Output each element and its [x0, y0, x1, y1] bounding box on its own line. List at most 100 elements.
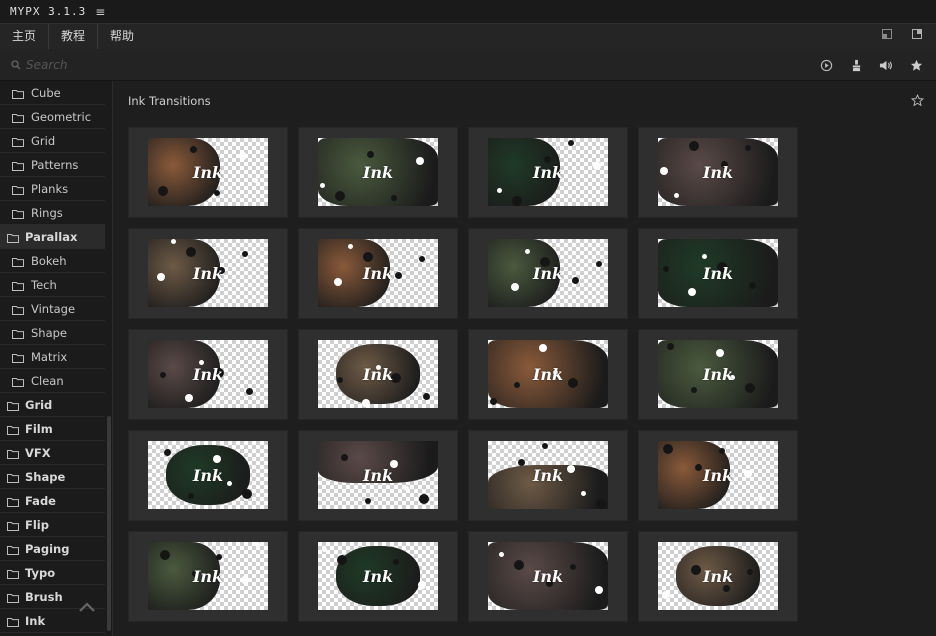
- favorite-star-icon[interactable]: [910, 93, 925, 107]
- brush-icon[interactable]: [848, 57, 864, 73]
- transition-thumbnail: Ink: [658, 138, 778, 206]
- title-bar: MYPX 3.1.3 ≡: [0, 0, 936, 23]
- ink-transition-card[interactable]: Ink: [638, 531, 798, 622]
- nav-tutorials[interactable]: 教程: [49, 24, 99, 49]
- ink-transition-card[interactable]: Ink: [298, 228, 458, 319]
- category-sidebar: Cube Geometric Grid Patterns Planks Rings Para…: [0, 81, 113, 636]
- search-input[interactable]: [24, 56, 228, 73]
- sidebar-item-rings[interactable]: Rings: [0, 201, 105, 225]
- thumbnail-title: Ink: [362, 364, 394, 384]
- sidebar-item-label: Patterns: [31, 157, 79, 172]
- scroll-up-arrow-icon[interactable]: [78, 601, 96, 613]
- transition-thumbnail: Ink: [488, 138, 608, 206]
- ink-transition-card[interactable]: Ink: [468, 228, 628, 319]
- ink-transition-card[interactable]: Ink: [468, 127, 628, 218]
- ink-transition-card[interactable]: Ink: [298, 329, 458, 420]
- search-icon: [10, 59, 22, 71]
- sidebar-item-film[interactable]: Film: [0, 417, 105, 441]
- thumbnail-title: Ink: [532, 263, 564, 283]
- ink-transition-card[interactable]: Ink: [128, 228, 288, 319]
- sidebar-item-geometric[interactable]: Geometric: [0, 105, 105, 129]
- folder-icon: [7, 592, 19, 603]
- folder-icon: [7, 232, 19, 243]
- sidebar-item-label: Grid: [31, 133, 56, 148]
- transition-thumbnail: Ink: [318, 340, 438, 408]
- thumbnail-title: Ink: [702, 566, 734, 586]
- ink-transition-card[interactable]: Ink: [128, 531, 288, 622]
- sidebar-item-label: Film: [25, 421, 53, 436]
- thumbnail-title: Ink: [192, 364, 224, 384]
- app-title: MYPX 3.1.3: [10, 5, 87, 18]
- ink-transition-card[interactable]: Ink: [638, 329, 798, 420]
- ink-transition-card[interactable]: Ink: [128, 430, 288, 521]
- ink-transition-card[interactable]: Ink: [298, 430, 458, 521]
- folder-icon: [7, 400, 19, 411]
- sidebar-item-fade[interactable]: Fade: [0, 489, 105, 513]
- restore-window-icon[interactable]: [880, 27, 894, 41]
- folder-icon: [12, 136, 24, 147]
- sidebar-item-cube[interactable]: Cube: [0, 81, 105, 105]
- sidebar-item-label: Shape: [25, 469, 66, 484]
- sidebar-item-paging[interactable]: Paging: [0, 537, 105, 561]
- popout-window-icon[interactable]: [910, 27, 924, 41]
- sidebar-item-bokeh[interactable]: Bokeh: [0, 249, 105, 273]
- ink-transition-card[interactable]: Ink: [638, 430, 798, 521]
- sidebar-item-label: Bokeh: [31, 253, 67, 268]
- transition-thumbnail: Ink: [658, 239, 778, 307]
- transition-thumbnail: Ink: [148, 441, 268, 509]
- sidebar-item-label: Vintage: [31, 301, 76, 316]
- sidebar-item-matrix[interactable]: Matrix: [0, 345, 105, 369]
- star-filled-icon[interactable]: [908, 57, 924, 73]
- sidebar-scrollbar-thumb[interactable]: [107, 416, 111, 631]
- sidebar-item-vfx[interactable]: VFX: [0, 441, 105, 465]
- sidebar-item-label: Matrix: [31, 349, 68, 364]
- sidebar-item-patterns[interactable]: Patterns: [0, 153, 105, 177]
- sidebar-item-flip[interactable]: Flip: [0, 513, 105, 537]
- transition-thumbnail: Ink: [318, 138, 438, 206]
- thumbnail-title: Ink: [362, 566, 394, 586]
- sidebar-item-vintage[interactable]: Vintage: [0, 297, 105, 321]
- thumbnail-title: Ink: [532, 364, 564, 384]
- sidebar-item-typo[interactable]: Typo: [0, 561, 105, 585]
- ink-transition-card[interactable]: Ink: [638, 228, 798, 319]
- sidebar-item-label: Rings: [31, 205, 63, 220]
- sidebar-item-shape[interactable]: Shape: [0, 465, 105, 489]
- thumbnail-title: Ink: [702, 263, 734, 283]
- transition-thumbnail: Ink: [148, 542, 268, 610]
- hamburger-menu-icon[interactable]: ≡: [95, 5, 105, 19]
- transition-thumbnail: Ink: [488, 239, 608, 307]
- thumbnail-title: Ink: [192, 162, 224, 182]
- folder-icon: [7, 568, 19, 579]
- transition-thumbnail: Ink: [318, 239, 438, 307]
- section-title: Ink Transitions: [128, 94, 211, 108]
- folder-icon: [12, 184, 24, 195]
- sidebar-item-grid[interactable]: Grid: [0, 393, 105, 417]
- sidebar-item-label: Fade: [25, 493, 56, 508]
- ink-transition-card[interactable]: Ink: [468, 329, 628, 420]
- volume-icon[interactable]: [878, 57, 894, 73]
- thumbnail-grid: Ink Ink Ink Ink Ink Ink Ink Ink Ink Ink Ink Ink Ink I…: [128, 127, 798, 622]
- ink-transition-card[interactable]: Ink: [638, 127, 798, 218]
- sidebar-item-parallax[interactable]: Parallax: [0, 225, 105, 249]
- sidebar-item-label: Brush: [25, 589, 63, 604]
- sidebar-item-grid[interactable]: Grid: [0, 129, 105, 153]
- sidebar-item-tech[interactable]: Tech: [0, 273, 105, 297]
- sidebar-item-planks[interactable]: Planks: [0, 177, 105, 201]
- play-icon[interactable]: [818, 57, 834, 73]
- ink-transition-card[interactable]: Ink: [298, 531, 458, 622]
- folder-icon: [12, 88, 24, 99]
- transition-thumbnail: Ink: [318, 542, 438, 610]
- main-content: Ink Transitions Ink Ink Ink Ink Ink Ink Ink Ink…: [113, 81, 936, 636]
- sidebar-item-shape[interactable]: Shape: [0, 321, 105, 345]
- ink-transition-card[interactable]: Ink: [468, 430, 628, 521]
- ink-transition-card[interactable]: Ink: [468, 531, 628, 622]
- ink-transition-card[interactable]: Ink: [128, 329, 288, 420]
- ink-transition-card[interactable]: Ink: [128, 127, 288, 218]
- folder-icon: [7, 616, 19, 627]
- sidebar-item-clean[interactable]: Clean: [0, 369, 105, 393]
- ink-transition-card[interactable]: Ink: [298, 127, 458, 218]
- nav-home[interactable]: 主页: [0, 24, 50, 49]
- sidebar-item-label: Clean: [31, 373, 64, 388]
- nav-help[interactable]: 帮助: [98, 24, 146, 49]
- sidebar-item-label: Cube: [31, 85, 61, 100]
